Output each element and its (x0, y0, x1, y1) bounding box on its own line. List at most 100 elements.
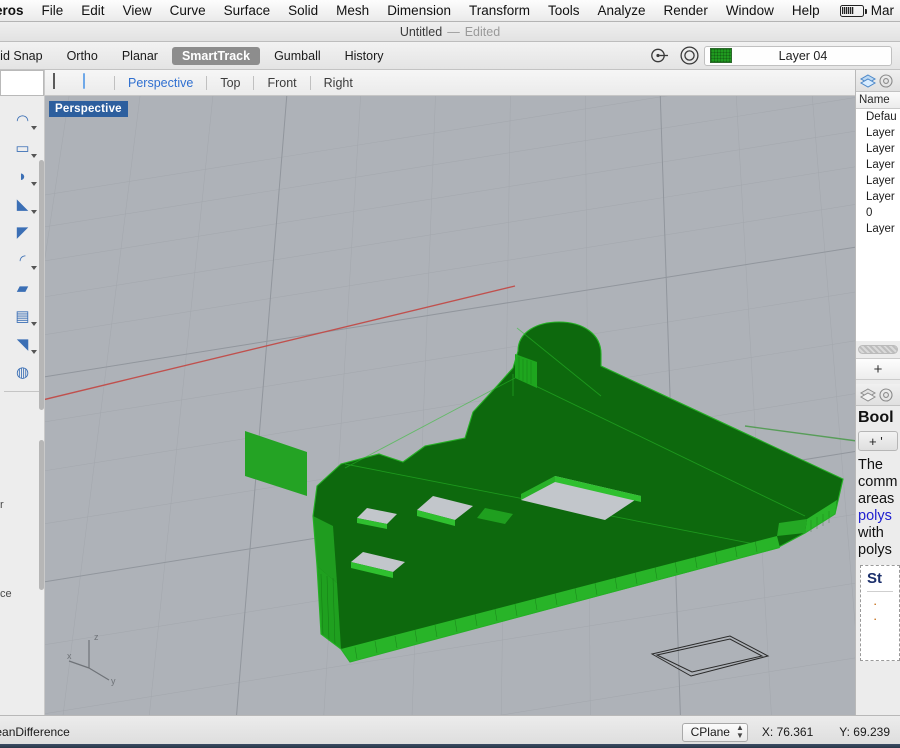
tab-divider (309, 75, 311, 90)
battery-icon[interactable] (839, 4, 867, 17)
status-x-coordinate: X: 76.361 (761, 725, 814, 739)
menu-item-window[interactable]: Window (717, 0, 783, 22)
tab-front[interactable]: Front (263, 76, 300, 90)
layer-target-icon[interactable] (679, 45, 700, 66)
cplane-label: CPlane (690, 725, 730, 739)
help-title: Bool (858, 409, 894, 426)
document-edited-state: Edited (464, 24, 501, 39)
menu-item-analyze[interactable]: Analyze (589, 0, 655, 22)
properties-icon[interactable] (879, 388, 894, 402)
menu-item-render[interactable]: Render (655, 0, 717, 22)
left-panel-label-lower: ce (0, 588, 12, 600)
help-line: comm (858, 474, 898, 490)
svg-text:y: y (111, 676, 116, 686)
left-toolbar: ◠ ▭ ◗ ◣ ◤ ◜ ▰ ▤ ◥ ◍ r ce (0, 70, 45, 715)
layers-icon[interactable] (859, 74, 877, 88)
layer-row[interactable]: Defau (856, 109, 900, 125)
help-panel-tabbar (856, 384, 900, 406)
current-layer-name: Layer 04 (778, 48, 828, 63)
command-input[interactable] (0, 70, 44, 96)
snap-smarttrack[interactable]: SmartTrack (171, 46, 261, 65)
current-layer-chip[interactable]: Layer 04 (704, 45, 892, 66)
menu-item-transform[interactable]: Transform (460, 0, 539, 22)
snap-grid-snap[interactable]: rid Snap (0, 47, 53, 65)
document-title: Untitled (399, 24, 443, 39)
menu-item-solid[interactable]: Solid (279, 0, 327, 22)
menubar-clock[interactable]: Mar (867, 3, 900, 18)
left-scrollbar-lower[interactable] (39, 440, 44, 590)
status-command-name: oleanDifference (0, 725, 70, 739)
tab-divider (114, 75, 115, 90)
help-card-bullet: · (873, 611, 878, 626)
layer-row[interactable]: Layer (856, 189, 900, 205)
arc-tool[interactable]: ◠ (0, 106, 45, 134)
axis-gizmo: z y x (67, 628, 127, 693)
document-titlebar: Untitled — Edited (0, 22, 900, 42)
menu-item-file[interactable]: File (33, 0, 73, 22)
help-steps-card: St · · (860, 565, 900, 661)
menu-item-mesh[interactable]: Mesh (327, 0, 378, 22)
viewport-label[interactable]: Perspective (49, 101, 128, 117)
layer-row[interactable]: Layer (856, 157, 900, 173)
title-dash: — (447, 24, 460, 39)
tab-perspective[interactable]: Perspective (124, 76, 197, 90)
menu-app-name[interactable]: eros (0, 0, 33, 22)
layer-color-swatch[interactable] (710, 48, 732, 63)
help-line: The (858, 457, 883, 473)
layers-list[interactable]: Defau Layer Layer Layer Layer Layer 0 La… (856, 109, 900, 341)
rhino-window: eros File Edit View Curve Surface Solid … (0, 0, 900, 748)
layers-column-header[interactable]: Name (856, 92, 900, 109)
help-line: with (858, 525, 884, 541)
help-body: The comm areas polys with polys (856, 451, 900, 559)
layer-row[interactable]: 0 (856, 205, 900, 221)
snap-history[interactable]: History (335, 47, 394, 65)
right-panel-dock: Name Defau Layer Layer Layer Layer Layer… (855, 70, 900, 715)
macos-menubar: eros File Edit View Curve Surface Solid … (0, 0, 900, 22)
menu-item-help[interactable]: Help (783, 0, 829, 22)
perspective-viewport[interactable]: Perspective z y x (45, 96, 855, 715)
four-view-layout-icon[interactable] (53, 72, 75, 92)
tab-divider (253, 75, 255, 90)
help-panel: Bool + ' The comm areas polys with polys… (856, 384, 900, 661)
cplane-select[interactable]: CPlane ▲ ▼ (681, 722, 748, 742)
left-scrollbar-upper[interactable] (39, 160, 44, 410)
layers-panel-tabbar (856, 70, 900, 92)
help-action-button[interactable]: + ' (858, 431, 898, 451)
rectangle-tool[interactable]: ▭ (0, 134, 45, 162)
menu-item-dimension[interactable]: Dimension (378, 0, 460, 22)
help-card-title: St (867, 570, 882, 587)
properties-icon[interactable] (879, 74, 894, 88)
snap-ortho[interactable]: Ortho (57, 47, 108, 65)
tab-top[interactable]: Top (216, 76, 244, 90)
layer-row[interactable]: Layer (856, 221, 900, 237)
dock-edge (0, 744, 900, 748)
left-panel-label-upper: r (0, 499, 4, 511)
help-line: polys (858, 542, 892, 558)
menu-item-tools[interactable]: Tools (539, 0, 589, 22)
layers-icon[interactable] (859, 388, 877, 402)
help-link[interactable]: polys (858, 508, 900, 525)
tab-right[interactable]: Right (320, 76, 357, 90)
menu-item-curve[interactable]: Curve (161, 0, 215, 22)
layers-panel: Name Defau Layer Layer Layer Layer Layer… (856, 70, 900, 380)
layer-row[interactable]: Layer (856, 173, 900, 189)
help-card-bullet: · (873, 596, 878, 611)
menu-item-edit[interactable]: Edit (72, 0, 113, 22)
svg-text:x: x (67, 651, 72, 661)
toolbar-divider (4, 391, 40, 392)
add-layer-button[interactable]: + (856, 358, 900, 380)
help-card-divider (867, 591, 893, 592)
snap-planar[interactable]: Planar (112, 47, 168, 65)
layer-lock-icon[interactable] (650, 45, 671, 66)
menu-item-view[interactable]: View (114, 0, 161, 22)
status-y-coordinate: Y: 69.239 (839, 725, 890, 739)
layer-row[interactable]: Layer (856, 125, 900, 141)
snap-gumball[interactable]: Gumball (264, 47, 331, 65)
layers-horizontal-scrollbar[interactable] (858, 345, 898, 354)
single-view-layout-icon[interactable] (83, 72, 105, 92)
svg-text:z: z (94, 632, 99, 642)
viewport-scene (45, 96, 855, 715)
layer-row[interactable]: Layer (856, 141, 900, 157)
menu-item-surface[interactable]: Surface (215, 0, 280, 22)
viewport-tabbar: Perspective Top Front Right (45, 70, 855, 96)
